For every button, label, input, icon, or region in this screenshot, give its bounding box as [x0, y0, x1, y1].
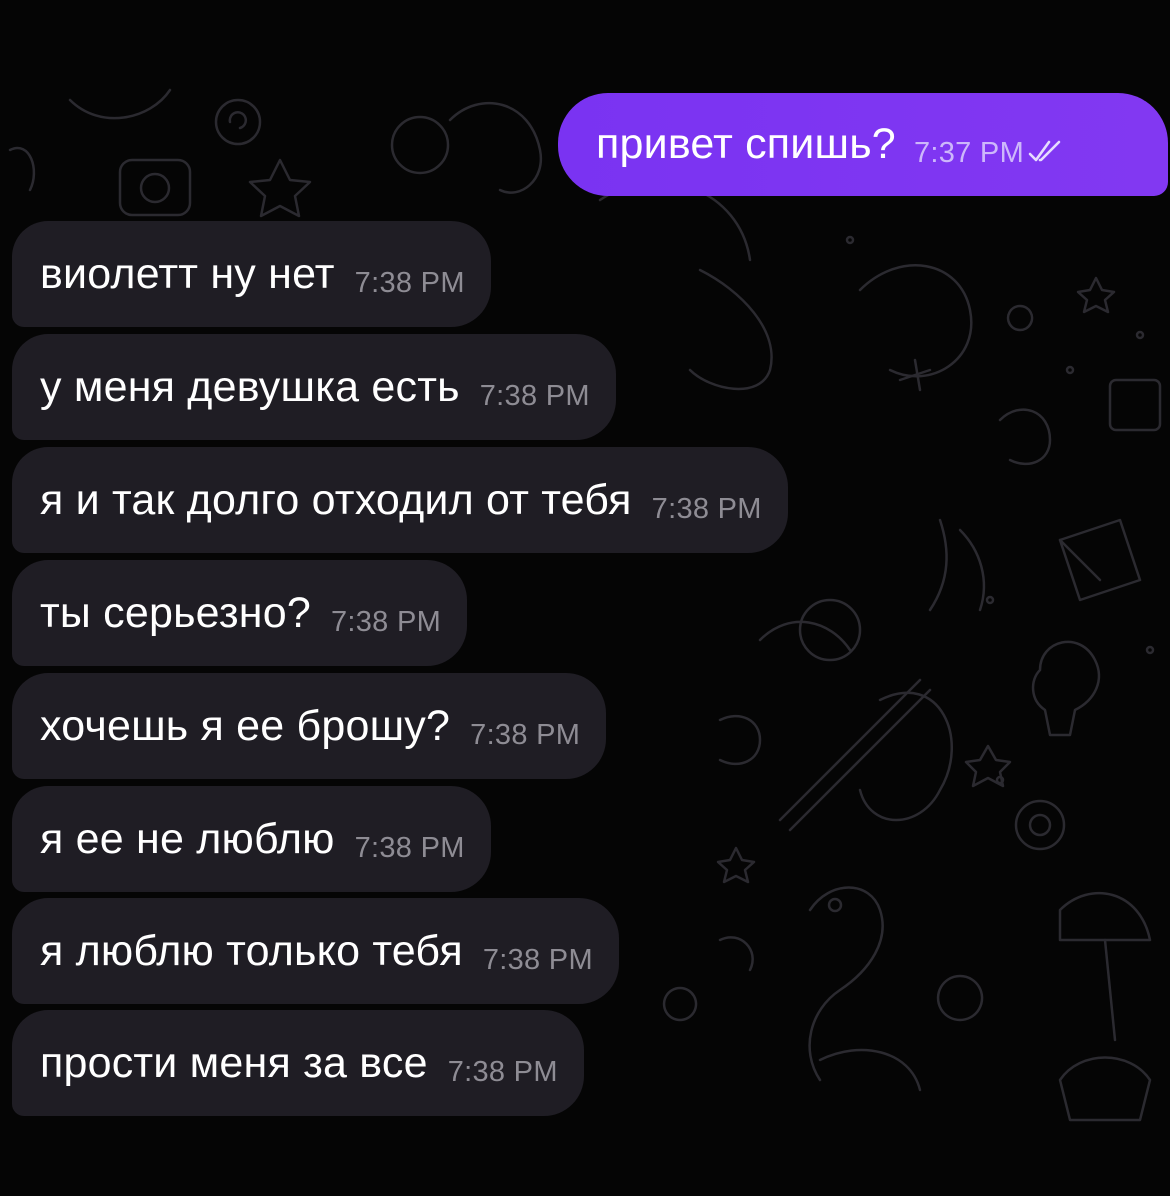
message-time: 7:38 PM — [651, 492, 762, 525]
message-time: 7:38 PM — [479, 379, 590, 412]
message-time: 7:38 PM — [330, 605, 442, 638]
message-text: у меня девушка есть — [40, 362, 460, 411]
message-text: ты серьезно? — [40, 588, 311, 637]
incoming-message-bubble[interactable]: я ее не люблю 7:38 PM — [12, 786, 491, 892]
message-time: 7:37 PM — [913, 137, 1025, 169]
message-time: 7:38 PM — [470, 718, 581, 751]
message-time: 7:38 PM — [447, 1055, 558, 1088]
message-text: прости меня за все — [40, 1038, 428, 1087]
message-text: я и так долго отходил от тебя — [40, 475, 632, 524]
incoming-message-bubble[interactable]: у меня девушка есть 7:38 PM — [12, 334, 616, 440]
incoming-message-bubble[interactable]: ты серьезно? 7:38 PM — [12, 560, 468, 666]
double-check-icon — [1028, 140, 1061, 161]
incoming-message-bubble[interactable]: я люблю только тебя 7:38 PM — [12, 898, 619, 1004]
message-text: привет спишь? — [596, 120, 896, 168]
message-text: я ее не люблю — [40, 814, 335, 863]
message-time: 7:38 PM — [354, 266, 465, 299]
message-time: 7:38 PM — [354, 831, 465, 864]
incoming-message-bubble[interactable]: я и так долго отходил от тебя 7:38 PM — [12, 447, 788, 553]
outgoing-message-bubble[interactable]: привет спишь? 7:37 PM — [558, 93, 1168, 196]
message-text: виолетт ну нет — [40, 249, 335, 298]
incoming-message-bubble[interactable]: хочешь я ее брошу? 7:38 PM — [12, 673, 607, 779]
message-text: хочешь я ее брошу? — [40, 701, 451, 750]
chat-view: привет спишь? 7:37 PM виолетт ну нет 7:3… — [0, 0, 1170, 1196]
message-text: я люблю только тебя — [40, 926, 463, 975]
message-time: 7:38 PM — [482, 943, 593, 976]
incoming-message-bubble[interactable]: прости меня за все 7:38 PM — [12, 1010, 584, 1116]
incoming-message-bubble[interactable]: виолетт ну нет 7:38 PM — [12, 221, 491, 327]
